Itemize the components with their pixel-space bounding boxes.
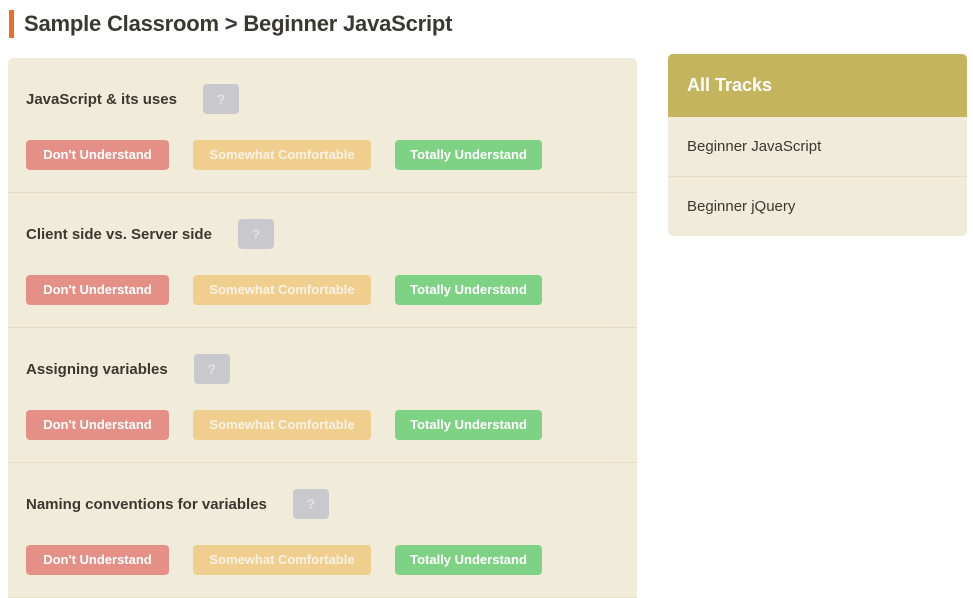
totally-understand-button[interactable]: Totally Understand — [395, 140, 542, 170]
question-block: Client side vs. Server side ? Don't Unde… — [8, 193, 637, 328]
question-header: JavaScript & its uses ? — [26, 84, 619, 114]
page-layout: JavaScript & its uses ? Don't Understand… — [0, 48, 973, 598]
title-accent-bar — [9, 10, 14, 38]
totally-understand-button[interactable]: Totally Understand — [395, 545, 542, 575]
all-tracks-header: All Tracks — [668, 54, 967, 117]
somewhat-comfortable-button[interactable]: Somewhat Comfortable — [193, 410, 371, 440]
dont-understand-button[interactable]: Don't Understand — [26, 545, 169, 575]
page-title: Sample Classroom > Beginner JavaScript — [24, 11, 453, 36]
question-header: Client side vs. Server side ? — [26, 219, 619, 249]
all-tracks-panel: All Tracks Beginner JavaScript Beginner … — [668, 54, 967, 236]
dont-understand-button[interactable]: Don't Understand — [26, 140, 169, 170]
questions-panel: JavaScript & its uses ? Don't Understand… — [8, 58, 637, 598]
question-title: JavaScript & its uses — [26, 90, 177, 108]
help-icon[interactable]: ? — [193, 354, 230, 384]
somewhat-comfortable-button[interactable]: Somewhat Comfortable — [193, 545, 371, 575]
page-header: Sample Classroom > Beginner JavaScript — [0, 0, 973, 48]
totally-understand-button[interactable]: Totally Understand — [395, 275, 542, 305]
totally-understand-button[interactable]: Totally Understand — [395, 410, 542, 440]
help-icon[interactable]: ? — [237, 219, 274, 249]
somewhat-comfortable-button[interactable]: Somewhat Comfortable — [193, 140, 371, 170]
question-title: Naming conventions for variables — [26, 495, 267, 513]
dont-understand-button[interactable]: Don't Understand — [26, 410, 169, 440]
help-icon[interactable]: ? — [202, 84, 239, 114]
answer-row: Don't Understand Somewhat Comfortable To… — [26, 275, 619, 305]
sidebar-item-beginner-jquery[interactable]: Beginner jQuery — [668, 177, 967, 236]
dont-understand-button[interactable]: Don't Understand — [26, 275, 169, 305]
question-title: Client side vs. Server side — [26, 225, 212, 243]
answer-row: Don't Understand Somewhat Comfortable To… — [26, 140, 619, 170]
question-block: Assigning variables ? Don't Understand S… — [8, 328, 637, 463]
question-block: JavaScript & its uses ? Don't Understand… — [8, 58, 637, 193]
answer-row: Don't Understand Somewhat Comfortable To… — [26, 545, 619, 575]
question-block: Naming conventions for variables ? Don't… — [8, 463, 637, 598]
sidebar-item-beginner-javascript[interactable]: Beginner JavaScript — [668, 117, 967, 177]
somewhat-comfortable-button[interactable]: Somewhat Comfortable — [193, 275, 371, 305]
question-header: Naming conventions for variables ? — [26, 489, 619, 519]
question-header: Assigning variables ? — [26, 354, 619, 384]
answer-row: Don't Understand Somewhat Comfortable To… — [26, 410, 619, 440]
question-title: Assigning variables — [26, 360, 168, 378]
help-icon[interactable]: ? — [292, 489, 329, 519]
